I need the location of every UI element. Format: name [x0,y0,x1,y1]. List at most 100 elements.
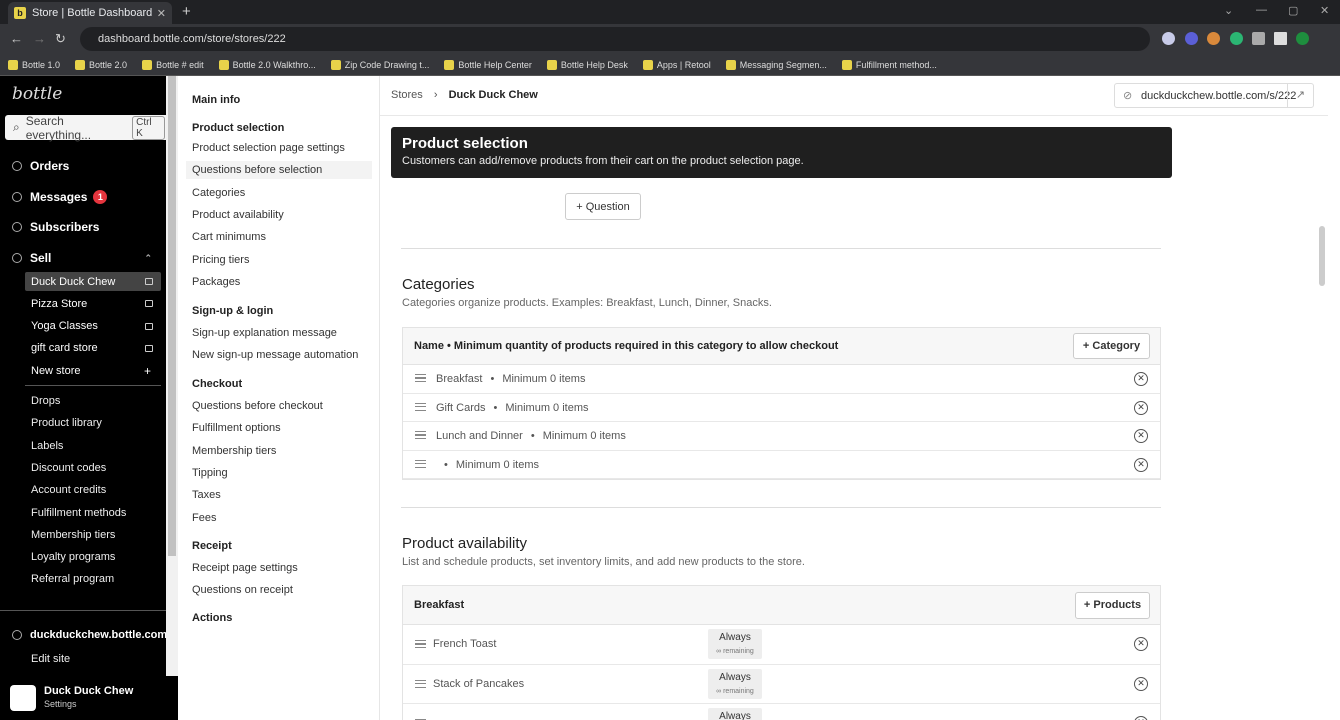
sidebar-item[interactable]: Discount codes [31,462,106,474]
subnav-item[interactable]: Fulfillment options [192,422,281,434]
subnav-item[interactable]: Questions before selection [186,161,372,180]
add-question-button[interactable]: + Question [565,193,641,220]
remove-icon[interactable]: ✕ [1134,372,1148,386]
bookmark-item[interactable]: Apps | Retool [642,59,711,70]
drag-handle-icon[interactable] [415,679,426,688]
extension-icon[interactable] [1185,32,1198,45]
bookmark-item[interactable]: Bottle # edit [142,59,204,70]
remove-icon[interactable]: ✕ [1134,429,1148,443]
remove-icon[interactable]: ✕ [1134,637,1148,651]
subnav-item[interactable]: Questions before checkout [192,400,323,412]
subnav-item[interactable]: Packages [192,276,240,288]
subnav-signup[interactable]: Sign-up & login [192,305,273,317]
drag-handle-icon[interactable] [415,459,426,468]
add-category-button[interactable]: + Category [1073,333,1150,359]
subnav-item[interactable]: Product selection page settings [192,142,345,154]
sidebar-item[interactable]: Fulfillment methods [31,507,126,519]
store-url-box[interactable]: ⊘ duckduckchew.bottle.com/s/222 ↗ [1114,83,1314,108]
remove-icon[interactable]: ✕ [1134,676,1148,691]
remove-icon[interactable]: ✕ [1134,457,1148,472]
site-link[interactable]: duckduckchew.bottle.com [12,629,167,641]
sidebar-item[interactable]: Referral program [31,573,114,585]
subnav-item[interactable]: Taxes [192,489,221,501]
remove-icon[interactable]: ✕ [1134,716,1148,720]
breadcrumb-stores[interactable]: Stores [391,89,423,101]
availability-pill[interactable]: Always [708,708,762,720]
subnav-item[interactable]: Sign-up explanation message [192,327,337,339]
subnav-item[interactable]: New sign-up message automation [192,349,358,361]
subnav-item[interactable]: Product availability [192,209,284,221]
chevron-down-icon[interactable]: ⌄ [1224,4,1233,17]
extension-icon[interactable] [1162,32,1175,45]
store-item[interactable]: Yoga Classes [25,317,161,336]
restore-icon[interactable]: ▢ [1288,4,1298,17]
product-name[interactable]: Stack of Pancakes [433,665,524,704]
forward-icon[interactable]: → [33,31,46,46]
subnav-item[interactable]: Membership tiers [192,445,276,457]
subnav-item[interactable]: Categories [192,187,245,199]
sidebar-item[interactable]: Account credits [31,484,106,496]
bookmark-item[interactable]: Bottle 2.0 Walkthro... [218,59,316,70]
category-name[interactable]: Gift Cards [436,402,486,414]
sidebar-item[interactable]: Drops [31,395,60,407]
side-panel-icon[interactable] [1274,32,1287,45]
external-link-icon[interactable]: ↗ [1287,84,1313,107]
remove-icon[interactable]: ✕ [1134,400,1148,415]
reload-icon[interactable]: ↻ [55,31,66,47]
subnav-product-selection[interactable]: Product selection [192,122,284,134]
nav-subscribers[interactable]: Subscribers [12,220,99,234]
store-item[interactable]: Pizza Store [25,294,161,313]
search-input[interactable]: ⌕ Search everything... Ctrl K [5,114,173,142]
nav-sell[interactable]: Sell ⌃ [12,251,152,265]
subnav-item[interactable]: Cart minimums [192,231,266,243]
edit-site-link[interactable]: Edit site [31,653,70,665]
subnav-item[interactable]: Tipping [192,467,228,479]
bookmark-item[interactable]: Fulfillment method... [841,59,937,70]
extension-icon[interactable] [1230,32,1243,45]
sidebar-item[interactable]: Loyalty programs [31,551,115,563]
sidebar-item[interactable]: Product library [31,417,102,429]
scrollbar-thumb[interactable] [1319,226,1325,286]
bookmark-item[interactable]: Bottle 1.0 [8,59,60,70]
profile-avatar[interactable] [1296,32,1309,45]
subnav-actions[interactable]: Actions [192,612,232,624]
puzzle-icon[interactable] [1252,32,1265,45]
subnav-item[interactable]: Questions on receipt [192,584,293,596]
extension-icon[interactable] [1207,32,1220,45]
subnav-item[interactable]: Pricing tiers [192,254,249,266]
bookmark-item[interactable]: Zip Code Drawing t... [330,59,429,70]
sidebar-scrollbar[interactable] [166,76,178,720]
account-footer[interactable]: Duck Duck Chew Settings [0,676,178,720]
close-window-icon[interactable]: ✕ [1320,4,1329,17]
availability-pill[interactable]: Always ∞ remaining [708,668,762,699]
add-products-button[interactable]: + Products [1075,592,1150,619]
close-tab-icon[interactable]: ✕ [157,7,166,20]
main-scrollbar[interactable] [1316,116,1328,720]
sidebar-item[interactable]: Labels [31,440,63,452]
address-bar[interactable]: dashboard.bottle.com/store/stores/222 [80,27,1150,51]
back-icon[interactable]: ← [10,31,23,46]
scrollbar-thumb[interactable] [168,76,176,556]
bookmark-item[interactable]: Bottle Help Desk [546,59,628,70]
category-name[interactable]: Breakfast [436,373,482,385]
store-item[interactable]: gift card store [25,339,161,358]
subnav-item[interactable]: Receipt page settings [192,562,298,574]
subnav-receipt[interactable]: Receipt [192,540,232,552]
drag-handle-icon[interactable] [415,402,426,411]
subnav-item[interactable]: Fees [192,512,216,524]
subnav-main-info[interactable]: Main info [192,94,240,106]
browser-tab[interactable]: b Store | Bottle Dashboard ✕ [8,2,172,24]
sidebar-item[interactable]: Membership tiers [31,529,115,541]
subnav-checkout[interactable]: Checkout [192,378,242,390]
bookmark-item[interactable]: Bottle Help Center [444,59,532,70]
minimize-icon[interactable]: — [1256,4,1267,16]
new-tab-icon[interactable]: + [182,3,191,20]
drag-handle-icon[interactable] [415,431,426,439]
chevron-up-icon[interactable]: ⌃ [144,253,152,264]
product-name[interactable]: French Toast [433,625,496,664]
store-item[interactable]: Duck Duck Chew [25,272,161,291]
availability-pill[interactable]: Always ∞ remaining [708,629,762,659]
drag-handle-icon[interactable] [415,640,426,648]
bookmark-item[interactable]: Messaging Segmen... [725,59,827,70]
new-store-button[interactable]: New store + [25,361,161,380]
